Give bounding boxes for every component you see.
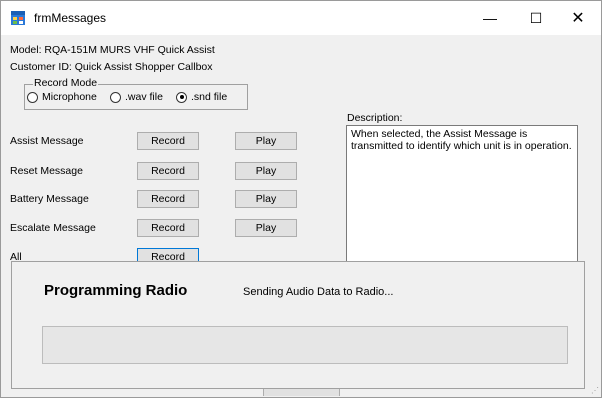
programming-radio-panel: Programming Radio Sending Audio Data to … [11, 261, 585, 389]
assist-play-button[interactable]: Play [235, 132, 297, 150]
radio-wav-file[interactable]: .wav file [110, 91, 163, 103]
assist-message-label: Assist Message [10, 135, 84, 147]
customer-id-label: Customer ID: Quick Assist Shopper Callbo… [10, 61, 213, 73]
description-textbox[interactable]: When selected, the Assist Message is tra… [346, 125, 578, 273]
escalate-play-button[interactable]: Play [235, 219, 297, 237]
app-icon [11, 11, 25, 25]
programming-title: Programming Radio [44, 282, 188, 299]
record-mode-group: Record Mode Microphone .wav file .snd fi… [24, 77, 248, 110]
radio-wav-file-indicator [110, 91, 121, 103]
assist-record-button[interactable]: Record [137, 132, 199, 150]
radio-snd-file-indicator [176, 91, 187, 103]
frm-messages-window: frmMessages — ☐ ✕ Model: RQA-151M MURS V… [0, 0, 602, 398]
battery-message-label: Battery Message [10, 193, 89, 205]
maximize-button[interactable]: ☐ [513, 1, 559, 35]
escalate-message-label: Escalate Message [10, 222, 96, 234]
title-bar: frmMessages — ☐ ✕ [1, 1, 601, 35]
radio-microphone[interactable]: Microphone [27, 91, 97, 103]
radio-microphone-label: Microphone [42, 91, 97, 103]
description-label: Description: [347, 112, 403, 124]
close-button[interactable]: ✕ [555, 1, 601, 35]
window-title: frmMessages [34, 11, 107, 25]
resize-grip-icon[interactable]: ⋰ [591, 386, 599, 395]
battery-play-button[interactable]: Play [235, 190, 297, 208]
radio-snd-file[interactable]: .snd file [176, 91, 227, 103]
minimize-button[interactable]: — [467, 1, 513, 35]
programming-progress-bar [42, 326, 568, 364]
reset-message-label: Reset Message [10, 165, 83, 177]
reset-play-button[interactable]: Play [235, 162, 297, 180]
reset-record-button[interactable]: Record [137, 162, 199, 180]
radio-snd-file-label: .snd file [191, 91, 228, 103]
radio-wav-file-label: .wav file [125, 91, 163, 103]
model-label: Model: RQA-151M MURS VHF Quick Assist [10, 44, 215, 56]
battery-record-button[interactable]: Record [137, 190, 199, 208]
escalate-record-button[interactable]: Record [137, 219, 199, 237]
record-mode-legend: Record Mode [33, 77, 99, 89]
radio-microphone-indicator [27, 91, 38, 103]
programming-status: Sending Audio Data to Radio... [243, 286, 394, 298]
